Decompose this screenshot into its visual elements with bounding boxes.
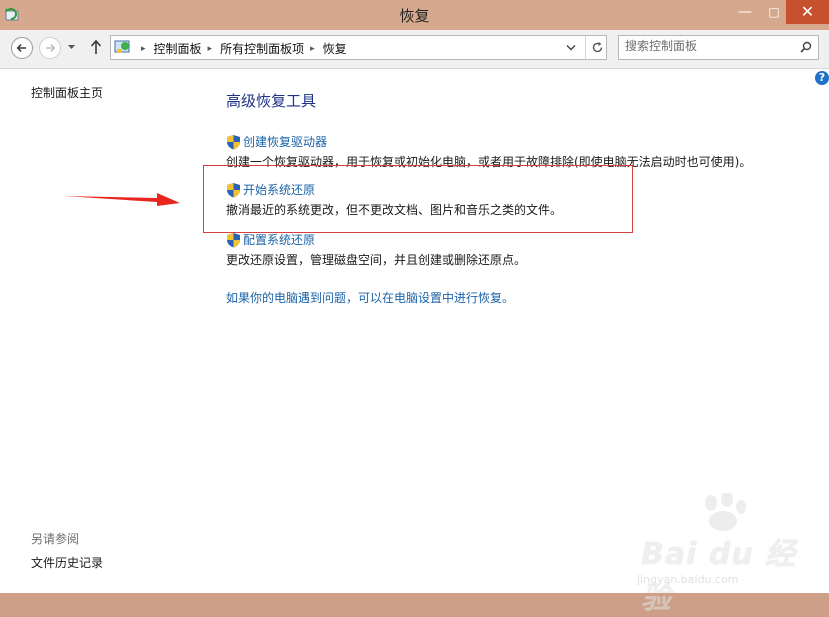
minimize-button[interactable]: — xyxy=(730,0,760,24)
control-panel-window: 恢复 — □ ✕ ▸ 控制面板 ▸ 所有控制面板项 ▸ 恢复 搜索控制面板 ? … xyxy=(0,0,829,616)
address-bar[interactable]: ▸ 控制面板 ▸ 所有控制面板项 ▸ 恢复 xyxy=(110,35,607,60)
arrow-right-icon xyxy=(46,43,56,53)
breadcrumb: ▸ 控制面板 ▸ 所有控制面板项 ▸ 恢复 xyxy=(135,40,347,57)
breadcrumb-separator[interactable]: ▸ xyxy=(310,44,315,54)
pc-settings-recovery-link[interactable]: 如果你的电脑遇到问题，可以在电脑设置中进行恢复。 xyxy=(226,289,514,306)
help-button[interactable]: ? xyxy=(815,71,829,85)
control-panel-icon xyxy=(114,40,130,53)
breadcrumb-control-panel[interactable]: 控制面板 xyxy=(154,40,202,57)
arrow-left-icon xyxy=(16,43,26,53)
see-also-label: 另请参阅 xyxy=(31,532,80,546)
search-icon[interactable] xyxy=(800,41,812,53)
search-box[interactable] xyxy=(618,35,819,60)
create-recovery-drive-link[interactable]: 创建恢复驱动器 xyxy=(226,133,751,150)
search-input[interactable] xyxy=(625,39,795,53)
content-pane: ? 控制面板主页 另请参阅 文件历史记录 高级恢复工具 创建恢复驱动器 创建一个… xyxy=(0,69,829,616)
breadcrumb-separator[interactable]: ▸ xyxy=(208,44,213,54)
watermark-url: jingyan.baidu.com xyxy=(637,573,739,586)
baidu-watermark: Bai du 经验 jingyan.baidu.com xyxy=(633,493,803,616)
annotation-arrow-icon xyxy=(64,193,180,206)
recent-locations-chevron-icon[interactable] xyxy=(67,44,76,50)
uac-shield-icon xyxy=(227,134,240,149)
breadcrumb-recovery[interactable]: 恢复 xyxy=(323,40,347,57)
task-title[interactable]: 创建恢复驱动器 xyxy=(243,133,327,150)
task-description: 更改还原设置，管理磁盘空间，并且创建或删除还原点。 xyxy=(226,253,527,267)
task-configure-system-restore: 配置系统还原 更改还原设置，管理磁盘空间，并且创建或删除还原点。 xyxy=(226,231,526,268)
navigation-bar: ▸ 控制面板 ▸ 所有控制面板项 ▸ 恢复 xyxy=(0,30,829,69)
control-panel-home-link[interactable]: 控制面板主页 xyxy=(31,84,103,101)
annotation-highlight-box xyxy=(203,165,633,233)
title-bar[interactable]: 恢复 — □ ✕ xyxy=(0,0,829,30)
chevron-down-icon[interactable] xyxy=(566,44,576,51)
breadcrumb-all-items[interactable]: 所有控制面板项 xyxy=(220,40,304,57)
paw-icon xyxy=(705,493,746,531)
close-button[interactable]: ✕ xyxy=(786,0,829,24)
up-arrow-icon[interactable] xyxy=(89,39,103,55)
back-button[interactable] xyxy=(11,37,33,59)
window-title: 恢复 xyxy=(399,7,430,25)
maximize-button[interactable]: □ xyxy=(759,0,789,24)
breadcrumb-separator: ▸ xyxy=(141,43,146,54)
file-history-link[interactable]: 文件历史记录 xyxy=(31,554,103,571)
configure-system-restore-link[interactable]: 配置系统还原 xyxy=(226,231,526,248)
refresh-icon xyxy=(592,42,602,53)
forward-button[interactable] xyxy=(39,37,61,59)
page-title: 高级恢复工具 xyxy=(226,92,317,110)
refresh-button[interactable] xyxy=(585,36,608,59)
uac-shield-icon xyxy=(227,232,240,247)
task-title[interactable]: 配置系统还原 xyxy=(243,231,315,248)
